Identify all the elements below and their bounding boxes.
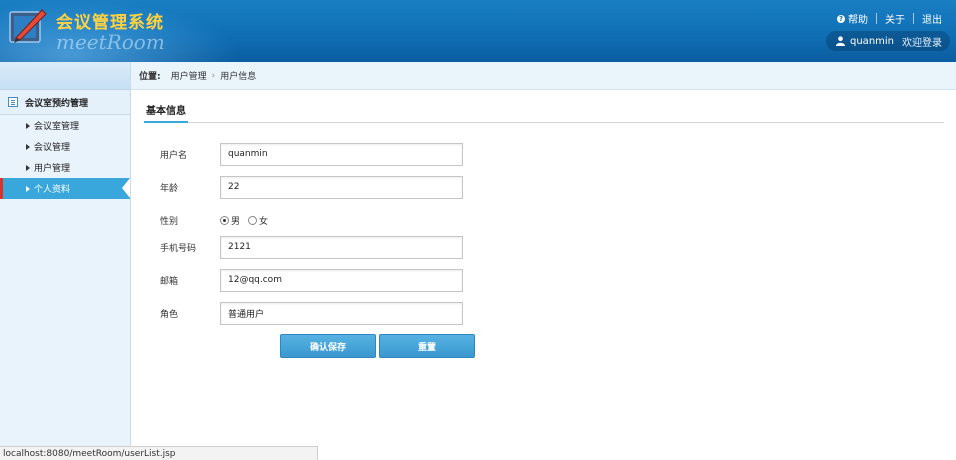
about-link[interactable]: 关于	[885, 11, 905, 26]
breadcrumb-item: 用户信息	[220, 72, 257, 82]
breadcrumb-separator: ›	[211, 70, 216, 81]
gender-female-radio[interactable]	[248, 215, 258, 225]
user-box: quanmin 欢迎登录	[826, 31, 950, 51]
logout-link[interactable]: 退出	[922, 11, 942, 26]
app-subtitle: meetRoom	[56, 30, 165, 54]
age-field[interactable]	[220, 175, 463, 199]
caret-right-icon	[26, 164, 30, 171]
sidebar-item-room-management[interactable]: 会议室管理	[0, 115, 130, 136]
help-icon: ?	[837, 14, 845, 23]
gender-row: 性别 男 女	[160, 208, 276, 232]
section-title: 基本信息	[144, 98, 188, 123]
sidebar-group-label: 会议室预约管理	[25, 98, 89, 109]
divider	[876, 13, 877, 24]
sidebar-item-profile[interactable]: 个人资料	[0, 178, 130, 199]
sidebar: 会议室预约管理 会议室管理 会议管理 用户管理 个人资料	[0, 62, 131, 460]
browser-status-bar: localhost:8080/meetRoom/userList.jsp	[0, 446, 318, 460]
phone-label: 手机号码	[160, 243, 197, 254]
breadcrumb: 位置: 用户管理 › 用户信息	[131, 62, 956, 90]
sidebar-item-user-management[interactable]: 用户管理	[0, 157, 130, 178]
role-label: 角色	[160, 309, 179, 320]
top-links: ? 帮助 关于 退出	[837, 11, 942, 26]
username-field[interactable]	[220, 142, 463, 166]
active-notch	[122, 178, 130, 198]
divider	[913, 13, 914, 24]
sidebar-item-label: 会议管理	[34, 143, 71, 153]
sidebar-item-label: 个人资料	[34, 185, 71, 195]
pen-logo-icon	[9, 9, 47, 43]
username-label: 用户名	[160, 150, 188, 161]
app-header: 会议管理系统 meetRoom ? 帮助 关于 退出 quanmin 欢迎登录	[0, 0, 956, 62]
reset-button[interactable]: 重置	[379, 334, 475, 358]
sidebar-top-bar	[0, 62, 130, 90]
list-icon	[8, 97, 18, 107]
breadcrumb-item[interactable]: 用户管理	[171, 69, 207, 82]
sidebar-item-meeting-management[interactable]: 会议管理	[0, 136, 130, 157]
age-row: 年龄	[160, 175, 463, 199]
age-label: 年龄	[160, 183, 179, 194]
username: quanmin	[850, 35, 895, 47]
email-field[interactable]	[220, 268, 463, 292]
sidebar-group-meeting-booking[interactable]: 会议室预约管理	[0, 90, 130, 115]
welcome-text: 欢迎登录	[902, 37, 943, 49]
caret-right-icon	[26, 122, 30, 129]
gender-male-radio[interactable]	[220, 215, 229, 225]
phone-field[interactable]	[220, 235, 463, 259]
sidebar-item-label: 用户管理	[34, 164, 71, 174]
save-button[interactable]: 确认保存	[280, 334, 376, 358]
gender-female-label: 女	[259, 216, 269, 227]
role-row: 角色	[160, 301, 463, 325]
sidebar-item-label: 会议室管理	[34, 122, 80, 132]
user-icon	[836, 36, 845, 46]
gender-male-label: 男	[231, 216, 241, 227]
role-field[interactable]	[220, 301, 463, 325]
caret-right-icon	[26, 143, 30, 150]
gender-label: 性别	[160, 216, 179, 227]
gender-radio-group: 男 女	[220, 214, 276, 227]
help-link[interactable]: 帮助	[848, 11, 868, 26]
caret-right-icon	[26, 185, 30, 192]
section-header: 基本信息	[144, 98, 944, 123]
email-row: 邮箱	[160, 268, 463, 292]
breadcrumb-prefix: 位置:	[139, 72, 161, 82]
username-row: 用户名	[160, 142, 463, 166]
phone-row: 手机号码	[160, 235, 463, 259]
email-label: 邮箱	[160, 276, 179, 287]
